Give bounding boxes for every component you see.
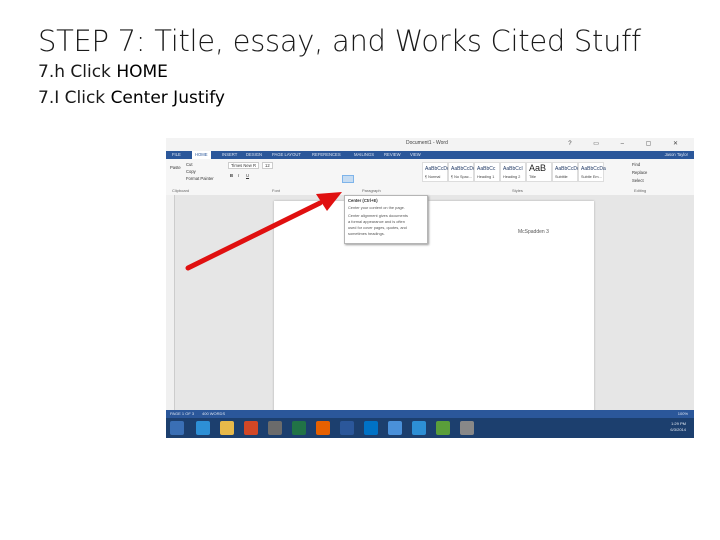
arrow-shaft (185, 200, 323, 271)
red-arrow-annotation (185, 192, 342, 271)
